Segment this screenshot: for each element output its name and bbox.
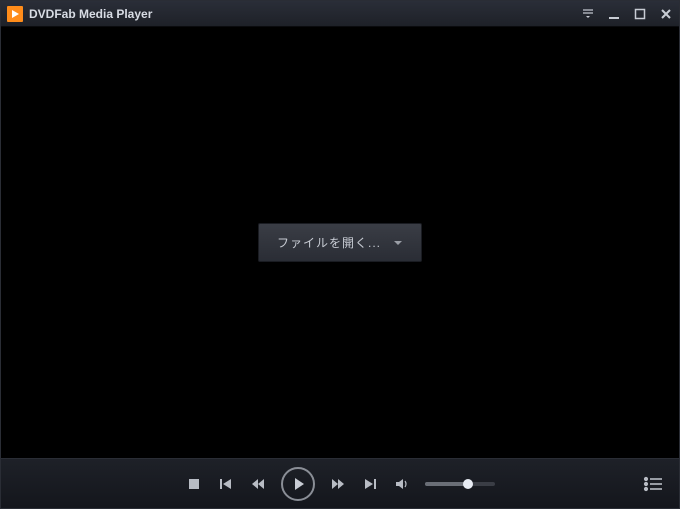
app-title: DVDFab Media Player — [29, 7, 581, 21]
open-file-button[interactable]: ファイルを開く... — [258, 223, 422, 262]
app-window: DVDFab Media Player ファイルを開く... — [0, 0, 680, 509]
volume-slider[interactable] — [425, 482, 495, 486]
play-button[interactable] — [281, 467, 315, 501]
minimize-button[interactable] — [607, 7, 621, 21]
open-file-label: ファイルを開く... — [277, 234, 381, 251]
app-icon — [7, 6, 23, 22]
playlist-button[interactable] — [643, 476, 663, 492]
volume-thumb[interactable] — [463, 479, 473, 489]
control-bar — [1, 458, 679, 508]
transport-controls — [185, 467, 495, 501]
previous-button[interactable] — [217, 475, 235, 493]
window-controls — [581, 7, 673, 21]
maximize-button[interactable] — [633, 7, 647, 21]
forward-button[interactable] — [329, 475, 347, 493]
rewind-button[interactable] — [249, 475, 267, 493]
chevron-down-icon — [393, 238, 403, 248]
stop-button[interactable] — [185, 475, 203, 493]
video-area: ファイルを開く... — [1, 27, 679, 458]
settings-menu-button[interactable] — [581, 7, 595, 21]
next-button[interactable] — [361, 475, 379, 493]
volume-fill — [425, 482, 468, 486]
titlebar: DVDFab Media Player — [1, 1, 679, 27]
volume-button[interactable] — [393, 475, 411, 493]
close-button[interactable] — [659, 7, 673, 21]
